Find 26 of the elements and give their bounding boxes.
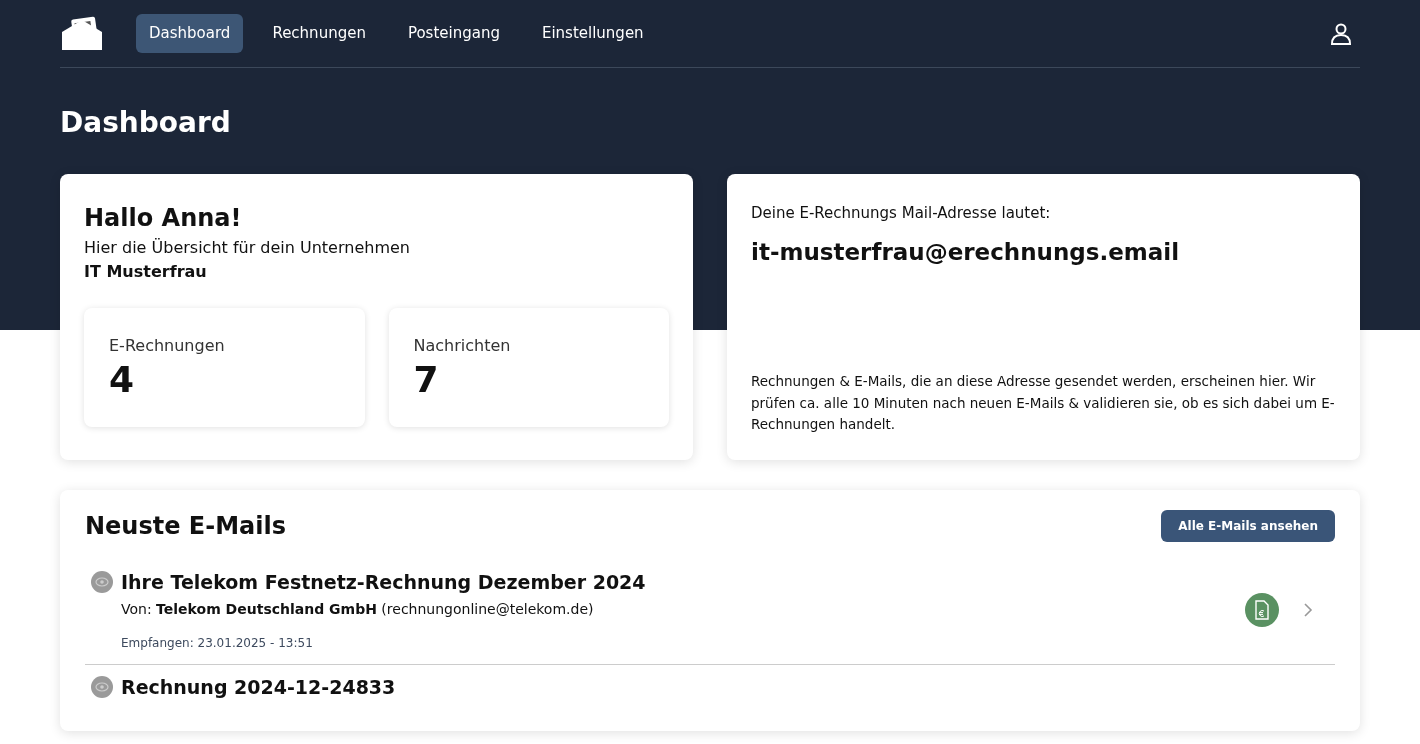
nav-tab[interactable]: Dashboard — [136, 14, 244, 53]
email-subject[interactable]: Rechnung 2024-12-24833 — [121, 672, 396, 701]
eye-icon — [91, 571, 113, 594]
email-sender: Von: Telekom Deutschland GmbH (rechnungonline@telekom.de) — [121, 599, 595, 619]
all-emails-button[interactable]: Alle E-Mails ansehen — [1161, 510, 1335, 542]
nav-tab[interactable]: Einstellungen — [528, 14, 657, 53]
email-subject[interactable]: Ihre Telekom Festnetz-Rechnung Dezember 2024 — [121, 568, 646, 597]
section-title: Neuste E-Mails — [85, 511, 286, 542]
stat-label: E-Rechnungen — [109, 335, 226, 357]
eye-icon — [91, 675, 113, 698]
nav-tab[interactable]: Posteingang — [394, 14, 513, 53]
envelope-logo-icon[interactable] — [60, 15, 104, 52]
nav-tab[interactable]: Rechnungen — [259, 14, 379, 53]
received-date: Empfangen: 23.01.2025 - 13:51 — [121, 634, 314, 652]
stat-value: 7 — [413, 358, 440, 402]
email-address: it-musterfrau@erechnungs.email — [751, 237, 1181, 267]
page-title: Dashboard — [60, 105, 232, 141]
company-name: IT Musterfrau — [84, 261, 208, 283]
user-icon[interactable] — [1330, 21, 1352, 46]
stat-label: Nachrichten — [413, 335, 512, 357]
subtitle: Hier die Übersicht für dein Unternehmen — [84, 237, 411, 259]
chevron-right-icon[interactable] — [1303, 601, 1313, 618]
address-intro: Deine E-Rechnungs Mail-Adresse lautet: — [751, 203, 1052, 224]
greeting: Hallo Anna! — [84, 203, 243, 234]
stat-value: 4 — [109, 358, 136, 402]
address-note: Rechnungen & E-Mails, die an diese Adresse gesendet werden, erscheinen hier. Wir prüfen ca. alle 10 Minuten nach neuen E-Mails & validieren sie, ob es sich dabei um E-Rechnungen handelt. — [751, 372, 1336, 435]
